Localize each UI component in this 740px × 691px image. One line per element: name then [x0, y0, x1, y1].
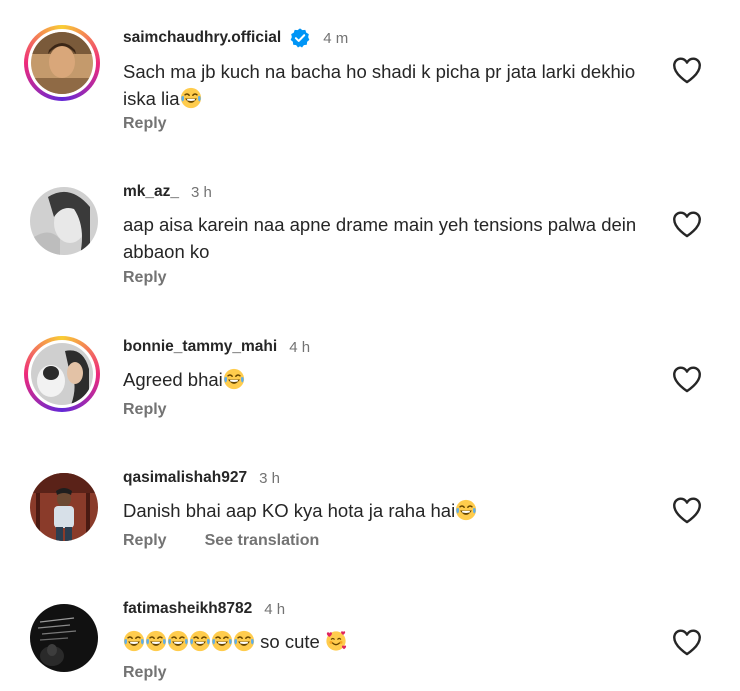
comment-actions: Reply — [123, 115, 205, 133]
heart-icon[interactable] — [670, 207, 704, 241]
comment-meta: fatimasheikh8782 4 h — [123, 599, 285, 619]
heart-icon[interactable] — [670, 493, 704, 527]
heart-icon[interactable] — [670, 53, 704, 87]
smiling-face-with-hearts-emoji-icon — [325, 630, 347, 652]
laughing-emoji-icon — [189, 630, 211, 652]
heart-icon[interactable] — [670, 625, 704, 659]
reply-button[interactable]: Reply — [123, 532, 167, 550]
avatar[interactable] — [24, 25, 100, 101]
comment-text: so cute — [123, 628, 643, 655]
laughing-emoji-icon — [145, 630, 167, 652]
laughing-emoji-icon — [211, 630, 233, 652]
avatar[interactable] — [30, 187, 98, 255]
see-translation-button[interactable]: See translation — [205, 532, 320, 550]
laughing-emoji-icon — [455, 499, 477, 521]
comment-body: aap aisa karein naa apne drame main yeh … — [123, 214, 637, 262]
reply-button[interactable]: Reply — [123, 401, 167, 419]
heart-icon[interactable] — [670, 362, 704, 396]
timestamp: 3 h — [259, 469, 280, 487]
comment-body: Agreed bhai — [123, 369, 223, 390]
comment-meta: mk_az_ 3 h — [123, 182, 212, 202]
comment-text: Sach ma jb kuch na bacha ho shadi k pich… — [123, 58, 643, 112]
laughing-emoji-icon — [123, 630, 145, 652]
verified-badge-icon — [290, 28, 310, 48]
timestamp: 4 h — [264, 600, 286, 618]
reply-button[interactable]: Reply — [123, 664, 167, 682]
comment-meta: saimchaudhry.official 4 m — [123, 28, 348, 48]
laughing-emoji-icon — [180, 87, 202, 109]
comment-actions: Reply — [123, 401, 205, 419]
username[interactable]: qasimalishah927 — [123, 469, 247, 487]
comment-actions: Reply — [123, 269, 205, 287]
username[interactable]: mk_az_ — [123, 183, 179, 201]
username[interactable]: bonnie_tammy_mahi — [123, 338, 277, 356]
timestamp: 4 h — [289, 338, 311, 356]
comment-text: Danish bhai aap KO kya hota ja raha hai — [123, 497, 643, 524]
laughing-emoji-icon — [223, 368, 245, 390]
comment-meta: qasimalishah927 3 h — [123, 468, 280, 488]
laughing-emoji-icon — [167, 630, 189, 652]
comment-actions: Reply See translation — [123, 532, 357, 550]
timestamp: 4 m — [323, 29, 349, 47]
comment-body: Danish bhai aap KO kya hota ja raha hai — [123, 500, 456, 521]
comment-body: so cute — [260, 631, 320, 652]
timestamp: 3 h — [191, 183, 212, 201]
avatar[interactable] — [30, 604, 98, 672]
username[interactable]: saimchaudhry.official — [123, 29, 281, 47]
reply-button[interactable]: Reply — [123, 115, 167, 133]
avatar[interactable] — [24, 336, 100, 412]
avatar[interactable] — [30, 473, 98, 541]
comment-actions: Reply — [123, 664, 205, 682]
comment-text: aap aisa karein naa apne drame main yeh … — [123, 211, 643, 265]
username[interactable]: fatimasheikh8782 — [123, 600, 252, 618]
comment-text: Agreed bhai — [123, 366, 643, 393]
comment-meta: bonnie_tammy_mahi 4 h — [123, 337, 310, 357]
laughing-emoji-icon — [233, 630, 255, 652]
reply-button[interactable]: Reply — [123, 269, 167, 287]
